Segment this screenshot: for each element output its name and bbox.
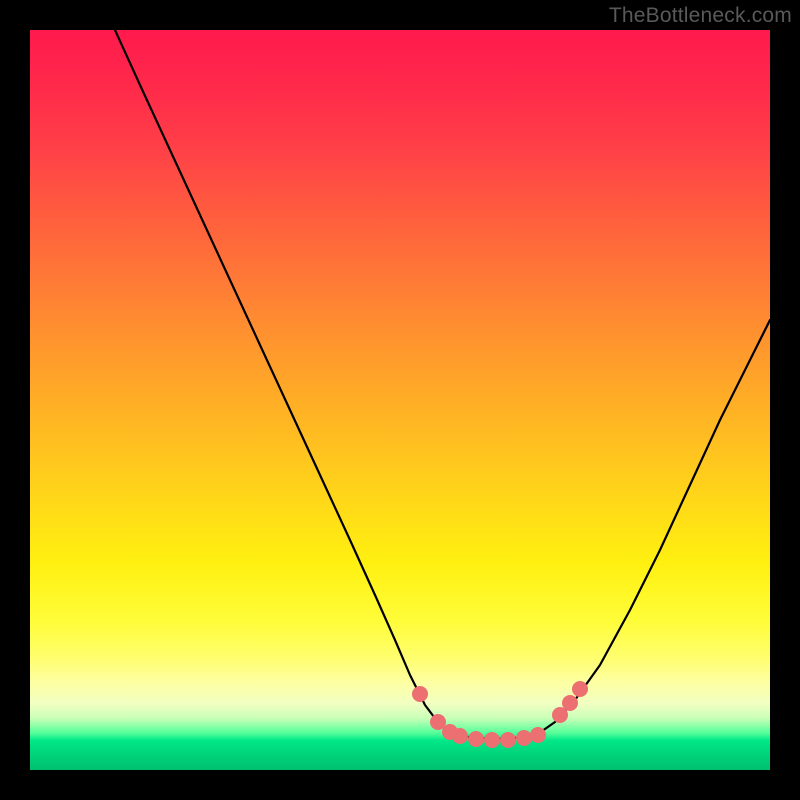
data-point <box>468 731 484 747</box>
data-point <box>412 686 428 702</box>
data-point <box>484 732 500 748</box>
data-point <box>500 732 516 748</box>
series-lines <box>115 30 770 739</box>
bottleneck-curve <box>115 30 770 739</box>
data-point <box>572 681 588 697</box>
chart-frame: TheBottleneck.com <box>0 0 800 800</box>
data-point <box>452 728 468 744</box>
plot-area <box>30 30 770 770</box>
chart-svg <box>30 30 770 770</box>
watermark-text: TheBottleneck.com <box>609 4 792 28</box>
data-point <box>562 695 578 711</box>
data-point <box>516 730 532 746</box>
data-point <box>530 727 546 743</box>
